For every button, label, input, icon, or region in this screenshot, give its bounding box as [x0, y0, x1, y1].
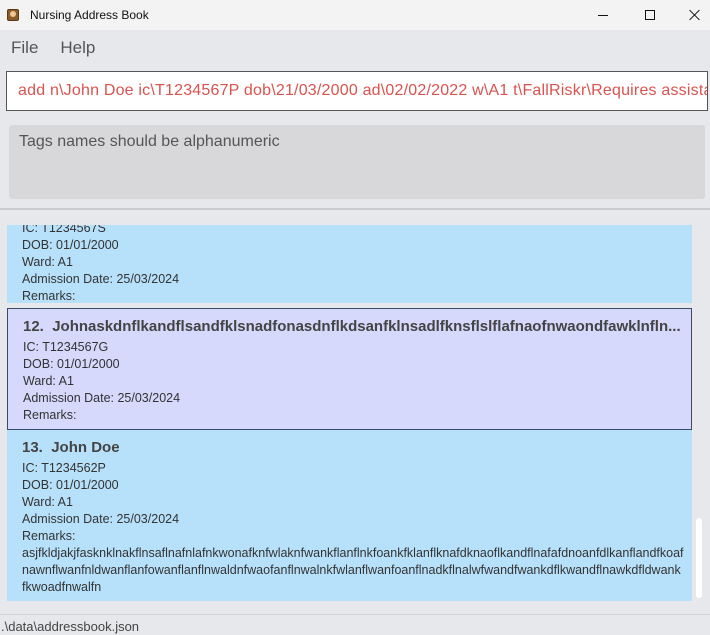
patient-remarks: asjfkldjakjfasknklnakflnsaflnafnlafnkwon… — [22, 546, 684, 594]
status-bar: .\data\addressbook.json — [0, 614, 710, 635]
minimize-button[interactable] — [580, 0, 626, 30]
patient-admission-date: Admission Date: 25/03/2024 — [23, 391, 181, 405]
menu-bar: File Help — [0, 30, 710, 66]
patient-remarks-label: Remarks: — [22, 289, 76, 303]
patient-ic: IC: T1234562P — [22, 461, 106, 475]
patient-ward: Ward: A1 — [23, 374, 74, 388]
patient-card[interactable]: 13. John Doe IC: T1234562P DOB: 01/01/20… — [7, 430, 692, 601]
patient-ic: IC: T1234567S — [22, 225, 106, 235]
close-button[interactable] — [672, 0, 710, 30]
result-display: Tags names should be alphanumeric — [9, 125, 705, 199]
patient-name-text: John Doe — [51, 439, 120, 456]
patient-dob: DOB: 01/01/2000 — [22, 238, 119, 252]
maximize-button[interactable] — [627, 0, 673, 30]
command-text[interactable]: add n\John Doe ic\T1234567P dob\21/03/20… — [18, 82, 707, 100]
patient-ward: Ward: A1 — [22, 255, 73, 269]
patient-index: 12. — [23, 318, 44, 335]
patient-card-selected[interactable]: 12. Johnaskdnflkandflsandfklsnadfonasdnf… — [7, 308, 692, 430]
patient-admission-date: Admission Date: 25/03/2024 — [22, 512, 180, 526]
title-bar: Nursing Address Book — [0, 0, 710, 30]
patient-remarks-label: Remarks: — [23, 408, 77, 422]
patient-index: 13. — [22, 439, 43, 456]
window-title: Nursing Address Book — [30, 8, 149, 22]
menu-file[interactable]: File — [0, 38, 49, 58]
command-input[interactable]: add n\John Doe ic\T1234567P dob\21/03/20… — [6, 71, 708, 111]
address-book-icon — [6, 8, 20, 22]
maximize-icon — [645, 10, 655, 20]
patient-dob: DOB: 01/01/2000 — [22, 478, 119, 492]
save-file-path: .\data\addressbook.json — [1, 619, 140, 634]
menu-help[interactable]: Help — [49, 38, 106, 58]
close-icon — [689, 9, 701, 21]
patient-name: 13. John Doe — [22, 439, 684, 456]
scrollbar-thumb[interactable] — [696, 518, 702, 598]
patient-name-text: Johnaskdnflkandflsandfklsnadfonasdnflkds… — [52, 318, 681, 335]
patient-card[interactable]: IC: T1234567S DOB: 01/01/2000 Ward: A1 A… — [7, 225, 692, 303]
patient-remarks-label: Remarks: — [22, 529, 76, 543]
patient-ward: Ward: A1 — [22, 495, 73, 509]
patient-admission-date: Admission Date: 25/03/2024 — [22, 272, 180, 286]
patient-name: 12. Johnaskdnflkandflsandfklsnadfonasdnf… — [23, 318, 685, 335]
patient-dob: DOB: 01/01/2000 — [23, 357, 120, 371]
minimize-icon — [598, 14, 608, 16]
patient-ic: IC: T1234567G — [23, 340, 109, 354]
list-scrollbar[interactable] — [694, 225, 704, 601]
patient-list: IC: T1234567S DOB: 01/01/2000 Ward: A1 A… — [7, 225, 692, 601]
divider — [0, 208, 710, 210]
result-message: Tags names should be alphanumeric — [19, 133, 280, 150]
